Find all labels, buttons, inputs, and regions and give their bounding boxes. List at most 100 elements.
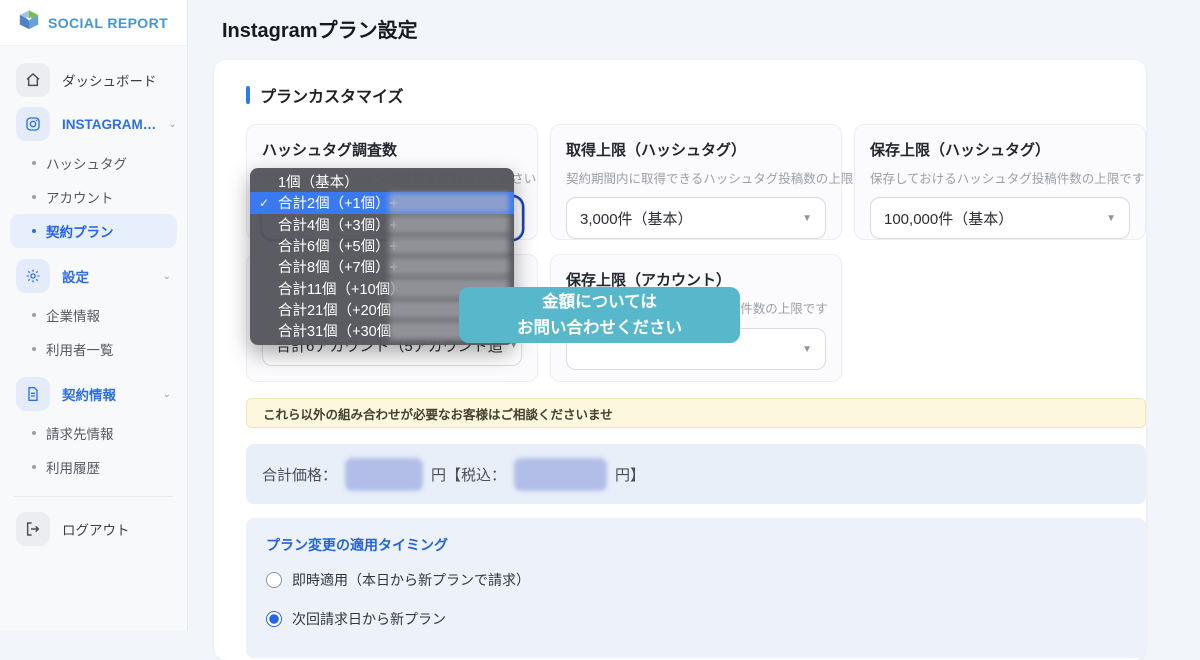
home-icon (16, 63, 50, 97)
dropdown-option-selected[interactable]: ✓ 合計2個（+1個）+ (250, 192, 514, 213)
bullet-icon (32, 465, 36, 469)
sidebar-item-label: 企業情報 (46, 305, 100, 325)
sidebar-item-settings[interactable]: 設定 ⌄ (10, 254, 177, 298)
blurred-option-price (389, 236, 509, 255)
radio-label: 次回請求日から新プラン (292, 609, 446, 629)
bullet-icon (32, 313, 36, 317)
radio-unchecked-icon[interactable] (266, 572, 282, 588)
plan-customize-panel: プランカスタマイズ ハッシュタグ調査数 取得したいハッシュタグの数を選択してくだ… (214, 60, 1146, 660)
document-icon (16, 377, 50, 411)
sidebar-item-label: ハッシュタグ (46, 153, 127, 173)
panel-header: プランカスタマイズ (246, 85, 1146, 105)
price-mid-label: 円【税込： (431, 464, 506, 485)
sidebar-item-dashboard[interactable]: ダッシュボード (10, 58, 177, 102)
card-fetch-limit-hashtag: 取得上限（ハッシュタグ） 契約期間内に取得できるハッシュタグ投稿数の上限です 3… (550, 124, 842, 240)
sidebar-item-user-list[interactable]: 利用者一覧 (10, 332, 177, 366)
blurred-tax-price-value (514, 458, 607, 491)
instagram-icon (16, 107, 50, 141)
bullet-icon (32, 195, 36, 199)
dropdown-option[interactable]: ✓ 合計6個（+5個）+ (250, 235, 514, 256)
price-end-label: 円】 (615, 464, 645, 485)
sidebar-item-label: 利用履歴 (46, 457, 100, 477)
save-limit-hashtag-select[interactable]: 100,000件（基本） ▼ (870, 197, 1130, 239)
sidebar-item-instagram[interactable]: INSTAGRAM… ⌄ (10, 102, 177, 146)
panel-title: プランカスタマイズ (260, 83, 404, 107)
timing-option-next-billing[interactable]: 次回請求日から新プラン (266, 609, 1126, 629)
sidebar-item-label: 契約情報 (62, 384, 116, 404)
brand-cube-icon (18, 9, 40, 36)
fetch-limit-select[interactable]: 3,000件（基本） ▼ (566, 197, 826, 239)
tooltip-line2: お問い合わせください (517, 315, 682, 341)
sidebar-divider (14, 496, 173, 497)
card-description: 契約期間内に取得できるハッシュタグ投稿数の上限です (566, 168, 826, 187)
card-title: 取得上限（ハッシュタグ） (566, 139, 826, 160)
blurred-option-price (389, 215, 509, 234)
card-title: ハッシュタグ調査数 (262, 139, 522, 160)
select-value: 100,000件（基本） (884, 208, 1013, 229)
gear-icon (16, 259, 50, 293)
sidebar: SOCIAL REPORT ダッシュボード INSTAGRAM… ⌄ ハッシュタ… (0, 0, 188, 630)
sidebar-item-hashtag[interactable]: ハッシュタグ (10, 146, 177, 180)
dropdown-option[interactable]: ✓ 合計4個（+3個）+ (250, 214, 514, 235)
sidebar-item-label: INSTAGRAM… (62, 117, 156, 132)
logo[interactable]: SOCIAL REPORT (0, 0, 187, 46)
page-title: Instagramプラン設定 (222, 14, 418, 43)
price-inquiry-tooltip: 金額については お問い合わせください (459, 287, 740, 343)
total-price-row: 合計価格： 円【税込： 円】 (246, 444, 1146, 504)
radio-label: 即時適用（本日から新プランで請求） (292, 570, 530, 590)
option-label: 合計11個（+10個） (278, 278, 405, 299)
sidebar-item-billing-info[interactable]: 請求先情報 (10, 416, 177, 450)
sidebar-item-label: 契約プラン (46, 221, 114, 241)
dropdown-option[interactable]: ✓ 合計8個（+7個）+ (250, 256, 514, 277)
sidebar-item-company-info[interactable]: 企業情報 (10, 298, 177, 332)
sidebar-item-label: 設定 (62, 266, 89, 286)
dropdown-option[interactable]: ✓ 1個（基本） (250, 171, 514, 192)
card-description: 保存しておけるハッシュタグ投稿件数の上限です (870, 168, 1130, 187)
plan-change-timing-panel: プラン変更の適用タイミング 即時適用（本日から新プランで請求） 次回請求日から新… (246, 518, 1146, 658)
sidebar-item-label: アカウント (46, 187, 114, 207)
option-label: 合計21個（+20個 (278, 299, 391, 320)
timing-option-immediate[interactable]: 即時適用（本日から新プランで請求） (266, 570, 1126, 590)
chevron-down-icon: ⌄ (168, 119, 176, 130)
blurred-price-value (345, 458, 423, 491)
sidebar-item-label: ダッシュボード (62, 70, 157, 90)
sidebar-item-logout[interactable]: ログアウト (10, 507, 177, 551)
sidebar-nav: ダッシュボード INSTAGRAM… ⌄ ハッシュタグ アカウント 契約プラン … (0, 46, 187, 551)
brand-name: SOCIAL REPORT (48, 15, 168, 31)
select-arrow-icon: ▼ (802, 213, 812, 224)
sidebar-item-contract-info[interactable]: 契約情報 ⌄ (10, 372, 177, 416)
timing-title: プラン変更の適用タイミング (266, 535, 1126, 555)
notice-text: これら以外の組み合わせが必要なお客様はご相談くださいませ (263, 404, 613, 423)
accent-bar (246, 86, 250, 104)
bullet-icon (32, 161, 36, 165)
sidebar-item-label: ログアウト (62, 519, 130, 539)
option-label: 合計2個（+1個）+ (278, 192, 398, 213)
blurred-option-price (389, 193, 509, 212)
bullet-icon (32, 347, 36, 351)
price-label: 合計価格： (262, 464, 337, 485)
option-label: 合計4個（+3個）+ (278, 214, 398, 235)
sidebar-item-label: 利用者一覧 (46, 339, 114, 359)
option-label: 合計6個（+5個）+ (278, 235, 398, 256)
bullet-icon (32, 431, 36, 435)
sidebar-item-label: 請求先情報 (46, 423, 114, 443)
select-arrow-icon: ▼ (802, 344, 812, 355)
blurred-option-price (389, 257, 509, 276)
tooltip-line1: 金額については (542, 289, 657, 315)
sidebar-item-account[interactable]: アカウント (10, 180, 177, 214)
option-label: 合計8個（+7個）+ (278, 256, 398, 277)
chevron-down-icon: ⌄ (163, 389, 171, 400)
select-value: 3,000件（基本） (580, 208, 693, 229)
option-label: 1個（基本） (278, 171, 359, 192)
card-save-limit-hashtag: 保存上限（ハッシュタグ） 保存しておけるハッシュタグ投稿件数の上限です 100,… (854, 124, 1146, 240)
radio-checked-icon[interactable] (266, 611, 282, 627)
sidebar-item-usage-history[interactable]: 利用履歴 (10, 450, 177, 484)
logout-icon (16, 512, 50, 546)
empty-grid-cell (854, 254, 1146, 382)
option-label: 合計31個（+30個 (278, 320, 391, 341)
notice-banner: これら以外の組み合わせが必要なお客様はご相談くださいませ (246, 398, 1146, 428)
sidebar-item-contract-plan[interactable]: 契約プラン (10, 214, 177, 248)
card-title: 保存上限（ハッシュタグ） (870, 139, 1130, 160)
bullet-icon (32, 229, 36, 233)
checkmark-icon: ✓ (259, 196, 269, 210)
